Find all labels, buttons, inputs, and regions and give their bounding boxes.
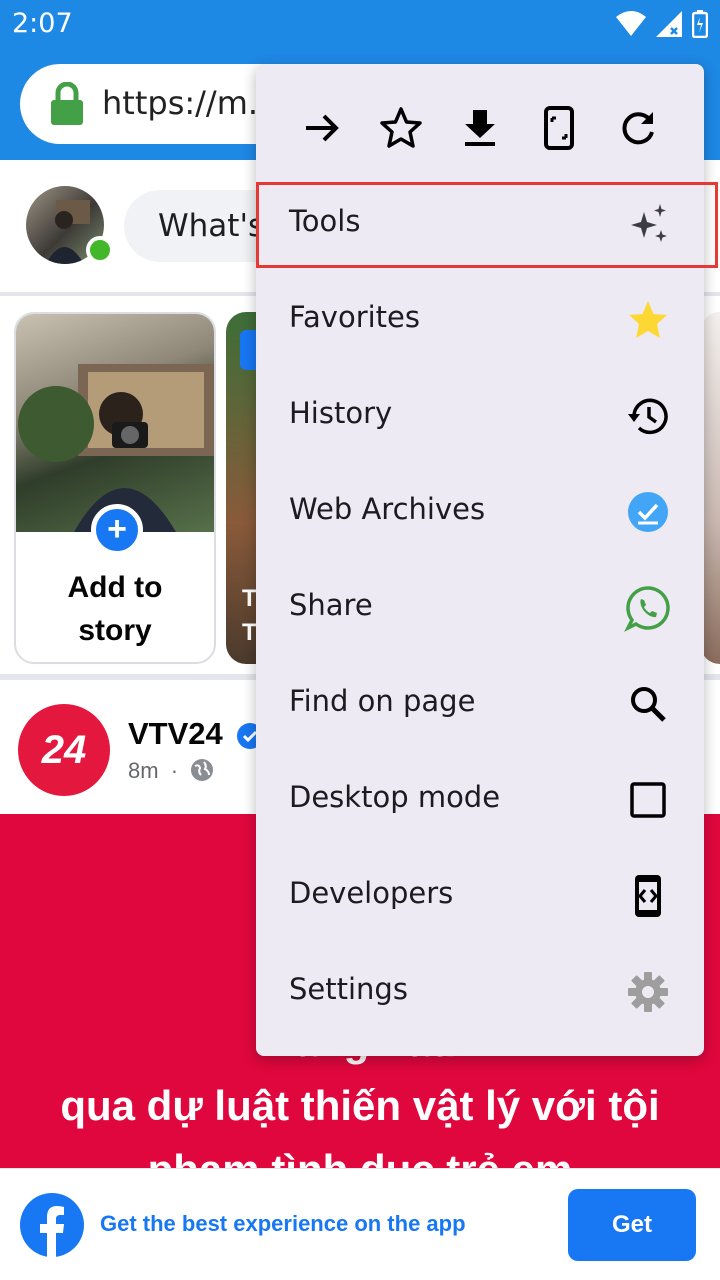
- add-story-label-line2: story: [78, 614, 152, 647]
- menu-item-share[interactable]: Share: [256, 560, 704, 656]
- menu-item-favorites[interactable]: Favorites: [256, 272, 704, 368]
- facebook-logo-icon: [20, 1193, 84, 1257]
- developer-icon: [635, 875, 661, 917]
- app-install-banner: Get the best experience on the app Get: [0, 1168, 720, 1280]
- menu-item-web-archives[interactable]: Web Archives: [256, 464, 704, 560]
- post-time: 8m: [128, 758, 159, 783]
- online-status-dot: [86, 236, 114, 264]
- headline-line2: qua dự luật thiến vật lý với tội: [60, 1082, 660, 1129]
- add-story-label: Add to story: [16, 566, 214, 652]
- wifi-icon: [616, 11, 646, 36]
- headline-line3: phạm tình dục trẻ em: [20, 1138, 700, 1168]
- menu-item-label: Share: [289, 588, 373, 622]
- status-bar: 2:07: [0, 0, 720, 48]
- post-meta: 8m ·: [128, 758, 214, 784]
- history-icon: [628, 398, 668, 435]
- bookmark-star-icon[interactable]: [377, 104, 425, 152]
- status-time: 2:07: [12, 8, 73, 39]
- menu-item-label: Favorites: [289, 300, 420, 334]
- gear-icon: [628, 972, 668, 1012]
- star-icon: [629, 301, 667, 338]
- archive-check-icon: [628, 492, 668, 532]
- forward-icon[interactable]: [298, 104, 346, 152]
- menu-item-find-on-page[interactable]: Find on page: [256, 656, 704, 752]
- post-meta-separator: ·: [170, 758, 179, 783]
- menu-item-label: Web Archives: [289, 492, 486, 526]
- menu-item-label: Settings: [289, 972, 408, 1006]
- story-caption: TT: [242, 585, 257, 646]
- download-icon[interactable]: [456, 104, 504, 152]
- lock-icon: [51, 82, 83, 125]
- composer-placeholder: What's: [158, 208, 265, 244]
- menu-item-settings[interactable]: Settings: [256, 944, 704, 1040]
- status-icons: [616, 10, 708, 38]
- tools-highlight-box: [256, 182, 718, 268]
- banner-text: Get the best experience on the app: [100, 1211, 466, 1236]
- search-icon: [631, 687, 666, 722]
- mobile-view-icon[interactable]: [535, 104, 583, 152]
- menu-item-developers[interactable]: Developers: [256, 848, 704, 944]
- whatsapp-icon: [624, 586, 670, 632]
- menu-item-history[interactable]: History: [256, 368, 704, 464]
- signal-icon: [656, 11, 682, 37]
- menu-item-label: Find on page: [289, 684, 476, 718]
- menu-item-label: Desktop mode: [289, 780, 501, 814]
- add-story-plus-icon[interactable]: +: [91, 504, 143, 556]
- checkbox-icon[interactable]: [624, 776, 672, 824]
- add-story-label-line1: Add to: [67, 571, 163, 604]
- menu-item-label: Developers: [289, 876, 454, 910]
- get-app-button[interactable]: Get: [568, 1189, 696, 1261]
- page-name[interactable]: VTV24: [128, 716, 223, 752]
- globe-icon: [191, 759, 214, 781]
- menu-toolbar: [256, 88, 704, 168]
- menu-item-label: History: [289, 396, 393, 430]
- reload-icon[interactable]: [614, 104, 662, 152]
- create-story-card[interactable]: + Add to story: [14, 312, 216, 664]
- menu-item-desktop-mode[interactable]: Desktop mode: [256, 752, 704, 848]
- battery-icon: [692, 10, 708, 38]
- story-user-photo: [16, 314, 214, 532]
- page-avatar[interactable]: 24: [18, 704, 110, 796]
- url-text[interactable]: https://m.f: [102, 84, 269, 122]
